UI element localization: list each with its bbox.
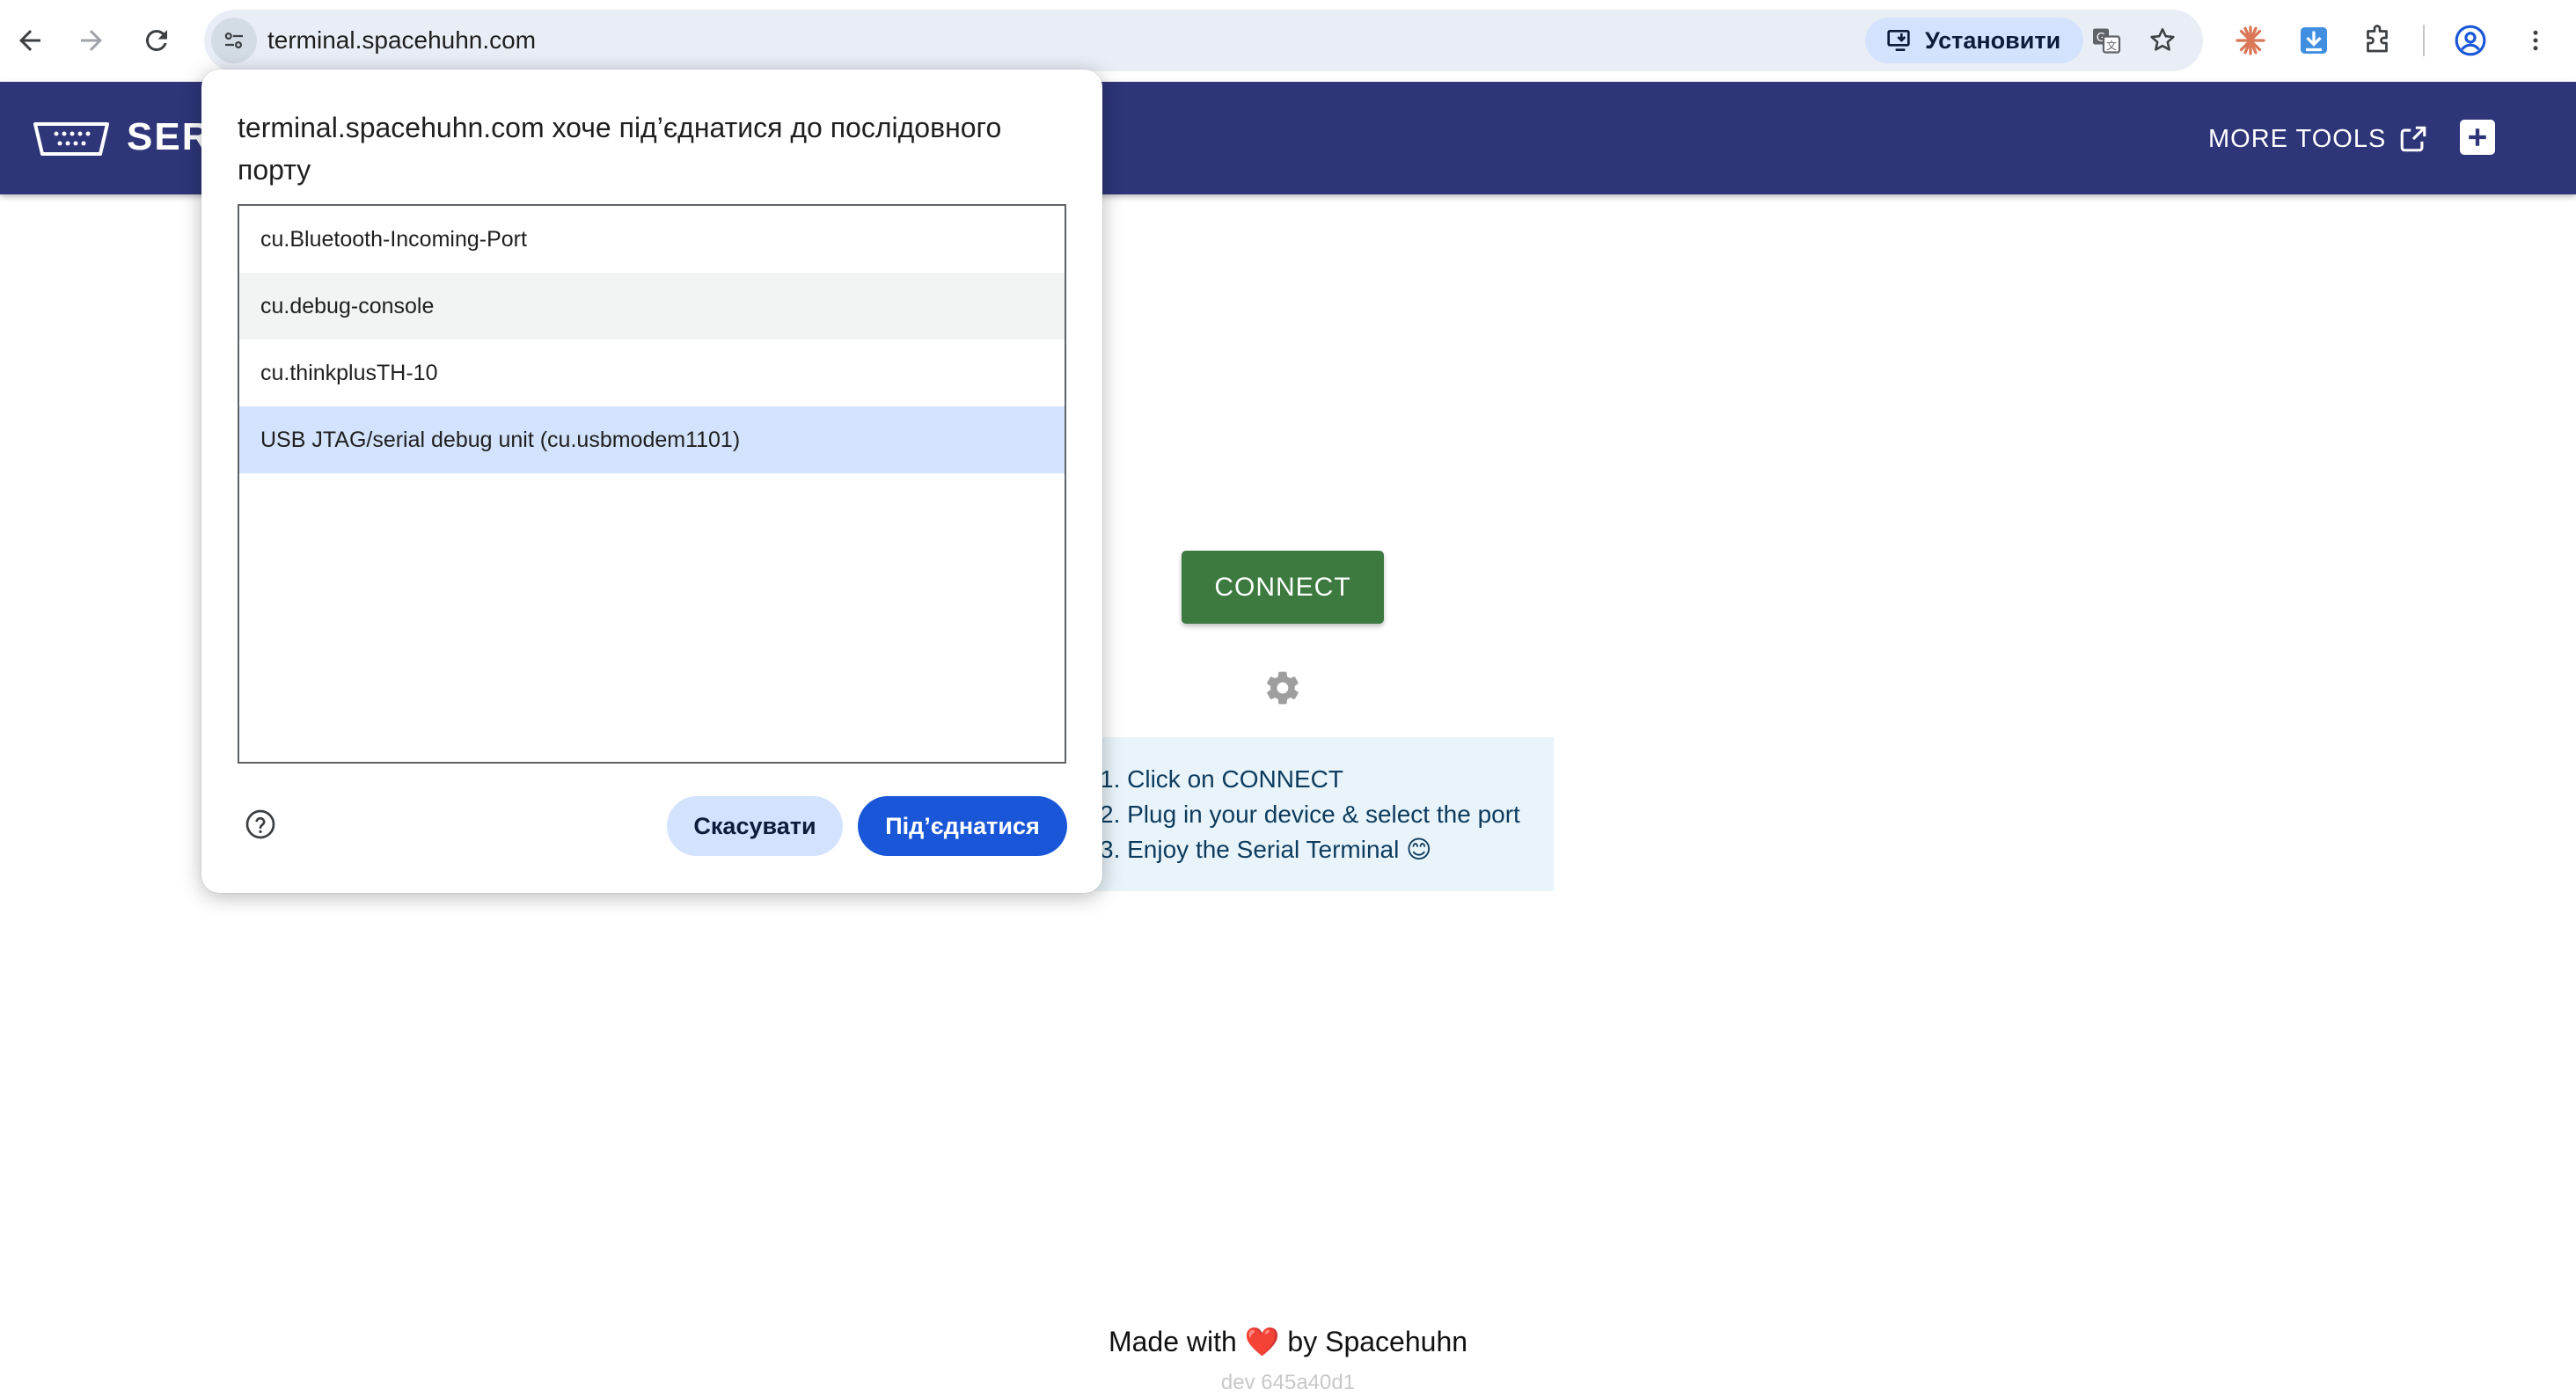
extension-claude-button[interactable]: [2229, 19, 2272, 62]
connect-port-button[interactable]: Під’єднатися: [858, 796, 1067, 856]
version-text: dev 645a40d1: [1220, 1371, 1356, 1394]
help-icon[interactable]: [245, 808, 276, 840]
footer-link[interactable]: by Spacehuhn: [1287, 1326, 1467, 1357]
install-app-chip[interactable]: Установити: [1865, 18, 2083, 63]
translate-icon: G 文: [2093, 28, 2121, 54]
more-tools-label: MORE TOOLS: [2208, 124, 2387, 153]
serial-port-dialog: terminal.spacehuhn.com хоче під’єднатися…: [201, 69, 1102, 893]
forward-arrow-icon: [81, 30, 102, 51]
cancel-button[interactable]: Скасувати: [667, 796, 843, 856]
install-label: Установити: [1925, 26, 2061, 54]
more-tools-link[interactable]: MORE TOOLS: [2208, 117, 2428, 161]
port-list[interactable]: cu.Bluetooth-Incoming-Port cu.debug-cons…: [238, 204, 1066, 764]
extensions-button[interactable]: [2356, 19, 2398, 62]
settings-gear-icon[interactable]: [1263, 669, 1302, 707]
extension-download-button[interactable]: [2293, 19, 2335, 62]
bookmark-button[interactable]: [2143, 21, 2182, 60]
back-arrow-icon: [19, 30, 40, 51]
sunburst-icon: [2236, 26, 2265, 55]
translate-button[interactable]: G 文: [2087, 21, 2126, 60]
app-title: SER: [127, 115, 212, 158]
url-text[interactable]: terminal.spacehuhn.com: [267, 10, 536, 71]
download-icon: [2301, 27, 2327, 54]
site-info-button[interactable]: [211, 18, 257, 63]
instruction-step-3: 3. Enjoy the Serial Terminal 😊: [1100, 836, 1432, 863]
account-circle-icon: [2455, 25, 2486, 56]
instruction-step-1: 1. Click on CONNECT: [1100, 765, 1343, 793]
port-item[interactable]: cu.thinkplusTH-10: [239, 340, 1065, 406]
forward-button[interactable]: [69, 18, 114, 63]
connect-button[interactable]: CONNECT: [1182, 551, 1384, 624]
add-terminal-button[interactable]: [2460, 120, 2495, 155]
open-in-new-icon: [2401, 126, 2426, 152]
tune-icon: [224, 32, 243, 48]
plus-icon: [2469, 128, 2486, 146]
svg-text:文: 文: [2106, 39, 2117, 52]
dialog-title: terminal.spacehuhn.com хоче під’єднатися…: [238, 112, 1002, 186]
serial-port-logo-icon: [33, 122, 109, 156]
port-item[interactable]: cu.debug-console: [239, 273, 1065, 340]
install-desktop-icon: [1887, 30, 1910, 51]
back-button[interactable]: [7, 18, 53, 63]
reload-button[interactable]: [134, 18, 179, 63]
reload-icon: [145, 29, 167, 51]
footer-prefix: Made with: [1108, 1326, 1237, 1357]
profile-button[interactable]: [2449, 19, 2492, 62]
star-icon: [2150, 27, 2175, 51]
toolbar-separator: [2423, 25, 2425, 56]
port-item[interactable]: cu.Bluetooth-Incoming-Port: [239, 206, 1065, 273]
address-bar[interactable]: terminal.spacehuhn.com Установити G 文: [204, 10, 2203, 71]
port-item-selected[interactable]: USB JTAG/serial debug unit (cu.usbmodem1…: [239, 406, 1065, 473]
instruction-step-2: 2. Plug in your device & select the port: [1100, 801, 1520, 828]
heart-icon: ❤️: [1244, 1326, 1280, 1357]
browser-menu-button[interactable]: [2514, 19, 2557, 62]
instructions-box: 1. Click on CONNECT 2. Plug in your devi…: [1049, 737, 1554, 891]
puzzle-icon: [2367, 25, 2388, 53]
more-vert-icon: [2533, 30, 2538, 51]
footer-credit: Made with ❤️ by Spacehuhn: [0, 1325, 2576, 1358]
